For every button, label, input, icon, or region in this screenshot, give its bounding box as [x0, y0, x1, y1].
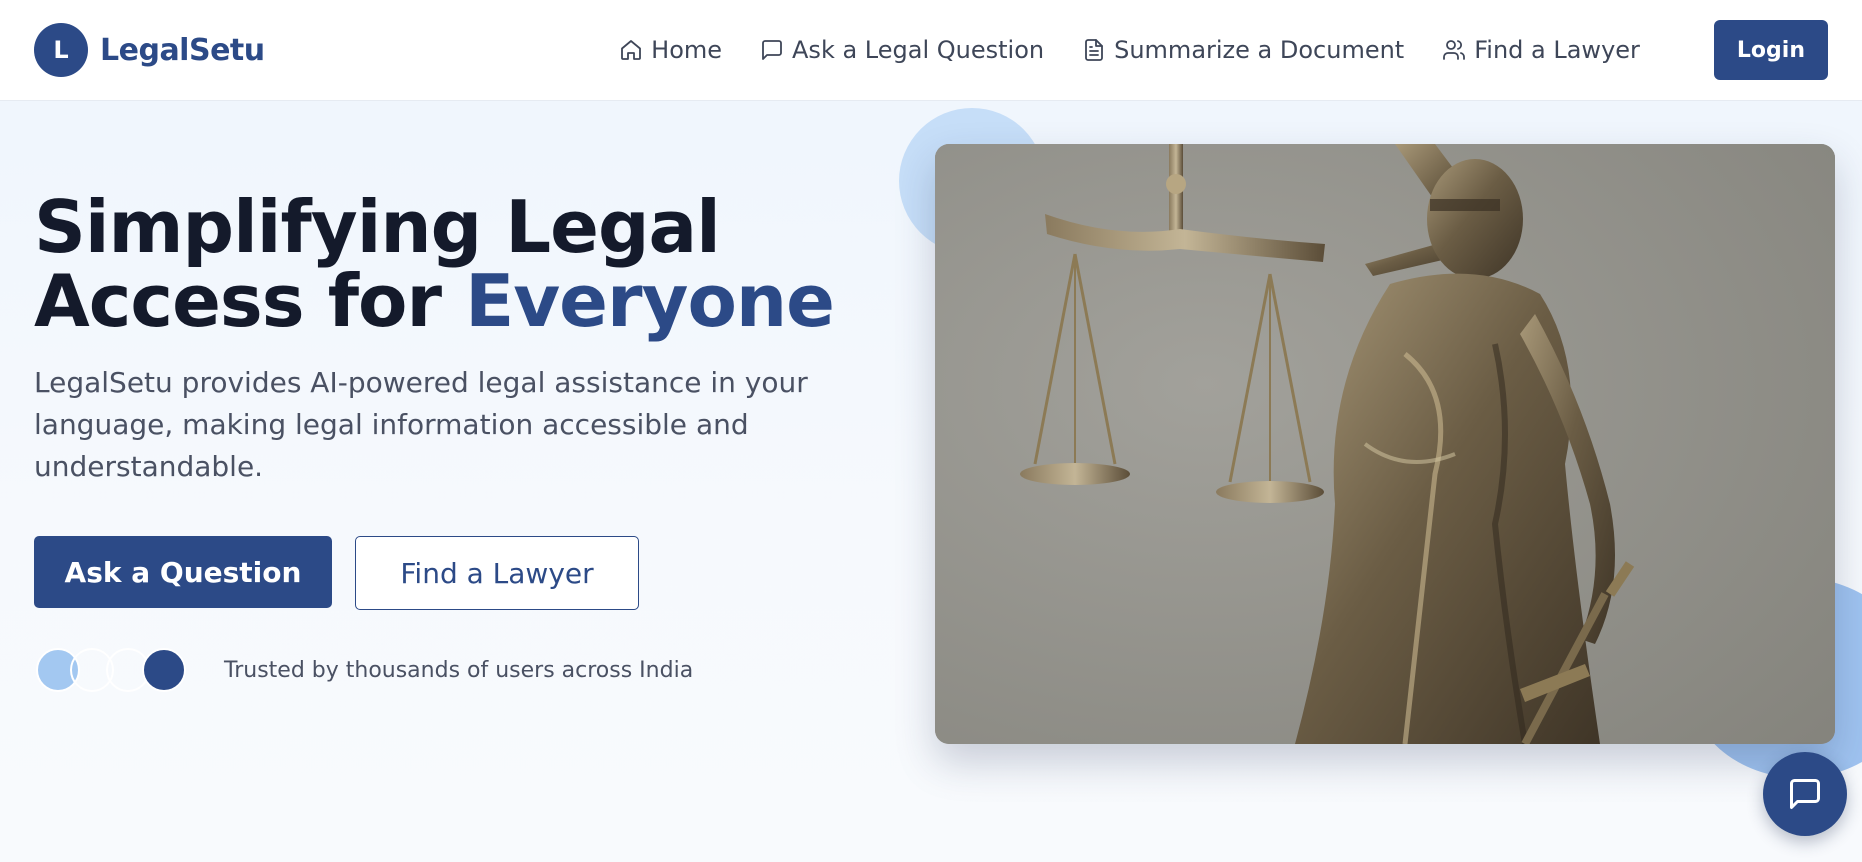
- login-button[interactable]: Login: [1713, 20, 1828, 80]
- message-square-icon: [762, 40, 782, 60]
- nav-item-summarize[interactable]: Summarize a Document: [1082, 36, 1404, 64]
- chat-widget-button[interactable]: [1763, 752, 1847, 836]
- nav-links: Home Ask a Legal Question Summarize a Do…: [619, 20, 1828, 80]
- hero-title-line2-prefix: Access for: [34, 259, 466, 343]
- trust-text: Trusted by thousands of users across Ind…: [224, 657, 694, 683]
- nav-item-label: Home: [651, 36, 723, 64]
- home-icon: [621, 40, 642, 60]
- avatar: [142, 648, 186, 692]
- nav-item-ask-question[interactable]: Ask a Legal Question: [760, 36, 1044, 64]
- brand-logo[interactable]: L LegalSetu: [34, 23, 265, 77]
- lady-justice-statue-illustration: [935, 144, 1835, 744]
- nav-item-label: Ask a Legal Question: [792, 36, 1045, 64]
- brand-mark: L: [34, 23, 88, 77]
- message-square-icon: [1790, 779, 1820, 809]
- nav-item-label: Summarize a Document: [1114, 36, 1405, 64]
- hero-title-line1: Simplifying Legal: [34, 185, 721, 269]
- top-navbar: L LegalSetu Home Ask a Legal Question Su…: [0, 0, 1862, 101]
- users-icon: [1443, 40, 1466, 60]
- hero-title-accent: Everyone: [465, 259, 835, 343]
- hero-title: Simplifying Legal Access for Everyone: [34, 190, 854, 338]
- brand-name: LegalSetu: [100, 32, 265, 68]
- hero-subtitle: LegalSetu provides AI-powered legal assi…: [34, 366, 808, 483]
- find-lawyer-button[interactable]: Find a Lawyer: [355, 536, 639, 610]
- avatar-stack: [36, 648, 188, 692]
- hero-image-lady-justice: [935, 144, 1835, 744]
- nav-item-label: Find a Lawyer: [1474, 36, 1640, 64]
- nav-item-find-lawyer[interactable]: Find a Lawyer: [1442, 36, 1640, 64]
- nav-item-home[interactable]: Home: [619, 36, 722, 64]
- file-text-icon: [1085, 39, 1104, 61]
- trust-row: Trusted by thousands of users across Ind…: [36, 648, 693, 692]
- ask-question-button[interactable]: Ask a Question: [34, 536, 332, 608]
